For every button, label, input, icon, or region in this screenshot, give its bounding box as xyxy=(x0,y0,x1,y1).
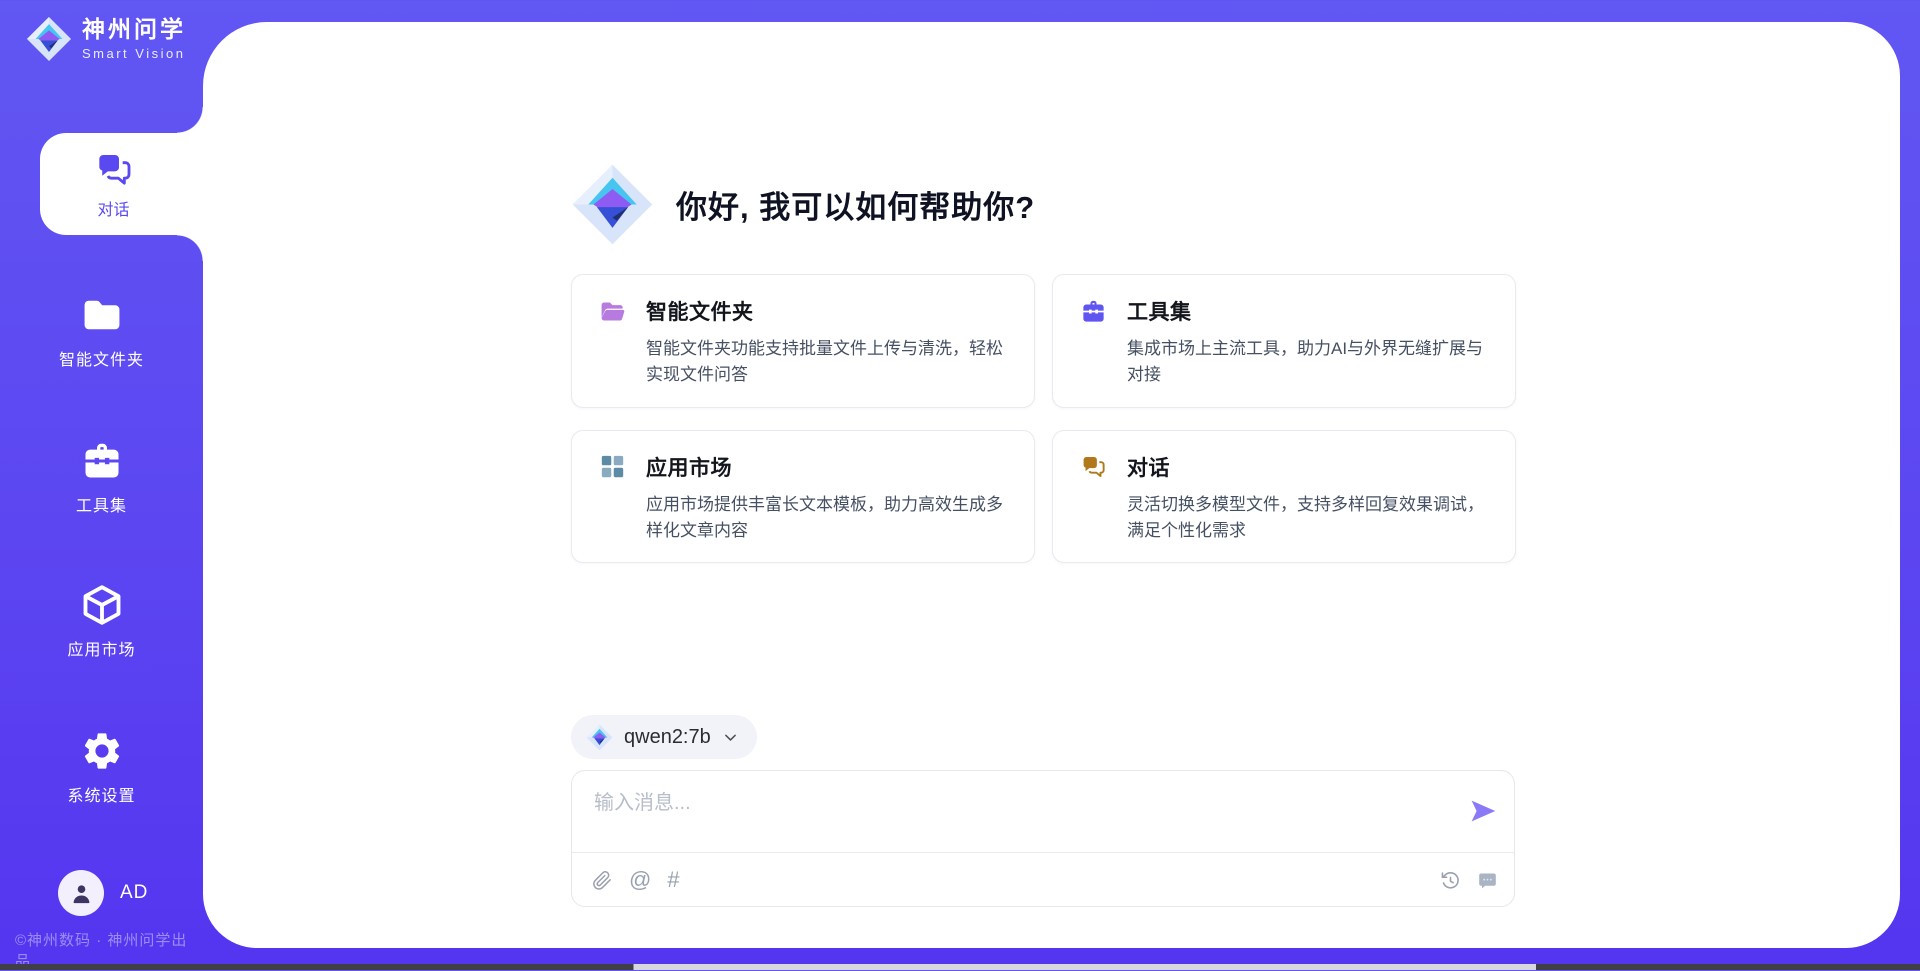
brand-logo: 神州问学 Smart Vision xyxy=(26,16,186,62)
sidebar-item-chat[interactable]: 对话 xyxy=(40,133,203,235)
sidebar-item-smart-folder[interactable]: 智能文件夹 xyxy=(0,293,203,370)
card-description: 灵活切换多模型文件，支持多样回复效果调试，满足个性化需求 xyxy=(1127,492,1489,545)
window-bottom-edge xyxy=(0,964,1920,970)
folder-icon xyxy=(80,293,124,337)
chat-bubbles-icon xyxy=(94,149,134,189)
avatar xyxy=(58,870,104,916)
sidebar: 神州问学 Smart Vision 对话 智能文件夹 工具集 应用市场 xyxy=(0,0,203,964)
brand-gem-icon xyxy=(26,16,72,62)
chat-bubbles-icon xyxy=(1080,453,1107,480)
card-title: 智能文件夹 xyxy=(646,296,754,326)
user-initials: AD xyxy=(120,882,148,904)
sidebar-item-settings[interactable]: 系统设置 xyxy=(0,729,203,806)
card-toolkit[interactable]: 工具集 集成市场上主流工具，助力AI与外界无缝扩展与对接 xyxy=(1052,274,1516,408)
sidebar-item-toolkit[interactable]: 工具集 xyxy=(0,439,203,516)
message-composer: @ # xyxy=(571,770,1515,907)
greeting-text: 你好, 我可以如何帮助你? xyxy=(676,182,1035,227)
greeting-gem-icon xyxy=(571,163,654,246)
sidebar-item-app-market[interactable]: 应用市场 xyxy=(0,583,203,660)
sidebar-item-label: 对话 xyxy=(97,196,129,220)
card-title: 应用市场 xyxy=(646,452,732,482)
send-icon xyxy=(1467,795,1499,827)
model-gem-icon xyxy=(586,724,613,751)
sidebar-item-label: 工具集 xyxy=(76,492,127,516)
user-profile[interactable]: AD xyxy=(58,870,148,916)
app-grid-icon xyxy=(599,453,626,480)
cube-icon xyxy=(80,583,124,627)
main-content: 你好, 我可以如何帮助你? 智能文件夹 智能文件夹功能支持批量文件上传与清洗，轻… xyxy=(203,22,1900,948)
gear-icon xyxy=(80,729,124,773)
sidebar-item-label: 系统设置 xyxy=(67,782,135,806)
card-description: 智能文件夹功能支持批量文件上传与清洗，轻松实现文件问答 xyxy=(646,336,1008,389)
chat-mode-button[interactable] xyxy=(1477,870,1498,891)
send-button[interactable] xyxy=(1467,795,1499,827)
card-description: 应用市场提供丰富长文本模板，助力高效生成多样化文章内容 xyxy=(646,492,1008,545)
card-smart-folder[interactable]: 智能文件夹 智能文件夹功能支持批量文件上传与清洗，轻松实现文件问答 xyxy=(571,274,1035,408)
card-chat[interactable]: 对话 灵活切换多模型文件，支持多样回复效果调试，满足个性化需求 xyxy=(1052,430,1516,564)
history-button[interactable] xyxy=(1440,870,1461,891)
greeting: 你好, 我可以如何帮助你? xyxy=(571,163,1035,246)
card-app-market[interactable]: 应用市场 应用市场提供丰富长文本模板，助力高效生成多样化文章内容 xyxy=(571,430,1035,564)
sidebar-item-label: 智能文件夹 xyxy=(59,346,144,370)
person-icon xyxy=(68,880,95,907)
attach-button[interactable] xyxy=(592,870,613,891)
sidebar-item-label: 应用市场 xyxy=(67,636,135,660)
mention-button[interactable]: @ xyxy=(629,869,651,891)
chat-square-icon xyxy=(1477,870,1498,891)
attach-icon xyxy=(592,870,613,891)
message-input[interactable] xyxy=(592,784,1442,844)
chevron-down-icon xyxy=(722,729,739,746)
history-icon xyxy=(1440,870,1461,891)
toolbox-icon xyxy=(1080,298,1107,325)
model-name: qwen2:7b xyxy=(624,726,711,749)
composer-toolbar: @ # xyxy=(592,853,1498,907)
folder-open-icon xyxy=(599,298,626,325)
feature-cards: 智能文件夹 智能文件夹功能支持批量文件上传与清洗，轻松实现文件问答 工具集 集成… xyxy=(571,274,1516,563)
brand-subtitle: Smart Vision xyxy=(82,46,186,61)
model-selector[interactable]: qwen2:7b xyxy=(571,715,757,759)
card-title: 工具集 xyxy=(1127,296,1192,326)
command-button[interactable]: # xyxy=(667,869,679,891)
toolbox-icon xyxy=(80,439,124,483)
brand-name: 神州问学 xyxy=(82,17,186,42)
card-title: 对话 xyxy=(1127,452,1170,482)
card-description: 集成市场上主流工具，助力AI与外界无缝扩展与对接 xyxy=(1127,336,1489,389)
